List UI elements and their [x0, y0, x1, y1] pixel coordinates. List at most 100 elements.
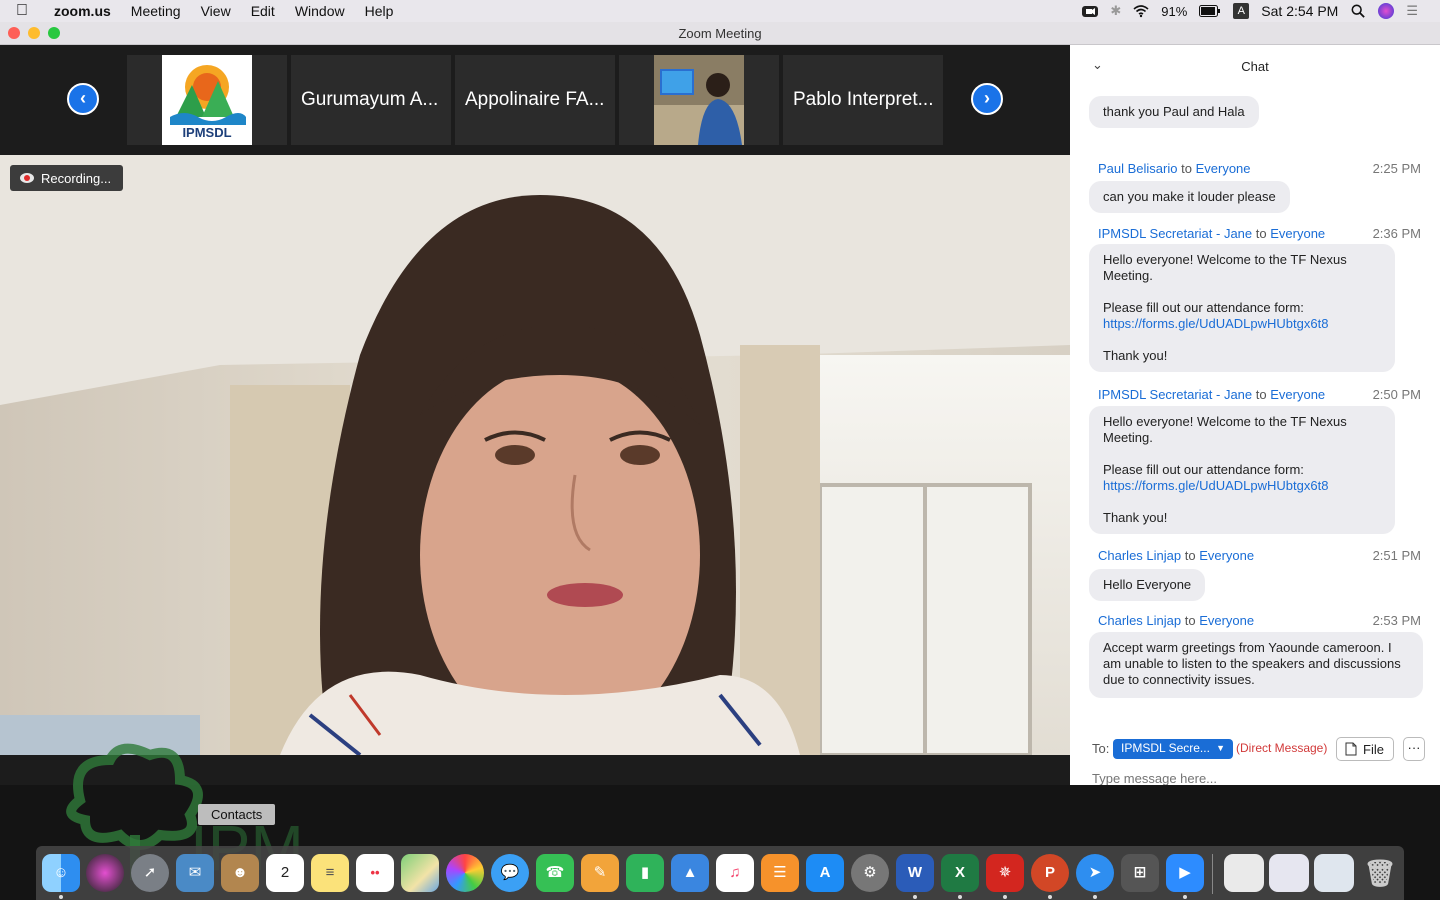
participant-tile[interactable]: IPMSDL [127, 55, 287, 145]
sender-name[interactable]: IPMSDL Secretariat - Jane [1098, 387, 1252, 402]
file-button[interactable]: File [1336, 737, 1394, 761]
recipient-dropdown[interactable]: IPMSDL Secre... ▼ [1113, 739, 1233, 759]
attendance-form-link[interactable]: https://forms.gle/UdUADLpwHUbtgx6t8 [1103, 316, 1381, 332]
notification-center-icon[interactable]: ☰ [1406, 3, 1418, 19]
window-titlebar: Zoom Meeting [0, 22, 1440, 45]
participant-name: Appolinaire FA... [465, 89, 605, 110]
recording-indicator[interactable]: Recording... [10, 165, 123, 191]
spotlight-search-icon[interactable] [1350, 4, 1366, 18]
pages-icon[interactable]: ✎ [581, 854, 619, 892]
facetime-icon[interactable]: ☎ [536, 854, 574, 892]
to-word: to [1184, 613, 1196, 628]
sender-name[interactable]: Charles Linjap [1098, 613, 1181, 628]
sender-name[interactable]: Charles Linjap [1098, 548, 1181, 563]
menu-window[interactable]: Window [285, 3, 355, 19]
more-options-button[interactable]: ··· [1403, 737, 1425, 761]
speaker-video-frame [0, 155, 1070, 755]
gallery-prev-button[interactable]: ‹ [67, 83, 99, 115]
ipmsdl-logo: IPMSDL [162, 55, 252, 145]
menu-help[interactable]: Help [355, 3, 404, 19]
notes-icon[interactable]: ≡ [311, 854, 349, 892]
participant-tile[interactable]: Pablo Interpret... [783, 55, 943, 145]
photos-icon[interactable] [446, 854, 484, 892]
siri-icon[interactable] [86, 854, 124, 892]
reminders-icon[interactable]: •• [356, 854, 394, 892]
recipient-name: Everyone [1199, 548, 1255, 563]
participant-tile[interactable]: Appolinaire FA... [455, 55, 615, 145]
message-header: Charles Linjap to Everyone 2:51 PM [1098, 548, 1421, 563]
macos-menubar:  zoom.us Meeting View Edit Window Help … [0, 0, 1440, 22]
menubar-clock[interactable]: Sat 2:54 PM [1261, 3, 1338, 19]
zoom-status-icon[interactable] [1082, 4, 1099, 18]
acrobat-icon[interactable]: ✵ [986, 854, 1024, 892]
running-indicator [958, 895, 962, 899]
recipient-name: Everyone [1270, 387, 1326, 402]
participant-tile[interactable] [619, 55, 779, 145]
chat-title: Chat [1241, 59, 1269, 74]
minimized-window-thumbnail[interactable] [1269, 854, 1309, 892]
numbers-icon[interactable]: ▮ [626, 854, 664, 892]
to-word: to [1255, 226, 1267, 241]
recipient-name: Everyone [1270, 226, 1326, 241]
menu-app-name[interactable]: zoom.us [44, 3, 121, 19]
message-time: 2:53 PM [1372, 613, 1421, 628]
trash-icon[interactable]: 🗑 [1361, 854, 1399, 892]
battery-icon[interactable] [1199, 4, 1221, 18]
contacts-tooltip: Contacts [198, 804, 276, 825]
file-icon [1345, 742, 1357, 756]
message-time: 2:36 PM [1372, 226, 1421, 241]
word-icon[interactable]: W [896, 854, 934, 892]
contacts-icon[interactable]: ☻ [221, 854, 259, 892]
menu-edit[interactable]: Edit [241, 3, 285, 19]
siri-icon[interactable] [1378, 3, 1395, 19]
menu-meeting[interactable]: Meeting [121, 3, 191, 19]
apple-menu-icon[interactable]:  [0, 2, 44, 20]
to-word: to [1181, 161, 1192, 176]
participant-name: Gurumayum A... [301, 89, 439, 110]
sender-name[interactable]: IPMSDL Secretariat - Jane [1098, 226, 1252, 241]
maps-icon[interactable] [401, 854, 439, 892]
bluetooth-icon[interactable]: ✱ [1110, 3, 1121, 19]
running-indicator [913, 895, 917, 899]
minimized-window-thumbnail[interactable] [1314, 854, 1354, 892]
logo-text: IPMSDL [182, 125, 231, 140]
to-word: to [1255, 387, 1267, 402]
participant-tile[interactable]: Gurumayum A... [291, 55, 451, 145]
wifi-icon[interactable] [1133, 4, 1149, 18]
to-label: To: [1092, 741, 1110, 756]
sender-name[interactable]: Paul Belisario [1098, 161, 1178, 176]
dock-separator [1212, 854, 1213, 894]
gallery-next-button[interactable]: › [971, 83, 1003, 115]
music-icon[interactable]: ♫ [716, 854, 754, 892]
app-store-icon[interactable]: A [806, 854, 844, 892]
message-header: IPMSDL Secretariat - Jane to Everyone 2:… [1098, 387, 1421, 402]
chat-message-bubble: Hello Everyone [1089, 569, 1206, 601]
powerpoint-icon[interactable]: P [1031, 854, 1069, 892]
macos-dock: ☺ ➚ ✉ ☻ 2 ≡ •• 💬 ☎ ✎ ▮ ▲ ♫ ☰ A ⚙ W X ✵ P… [36, 846, 1404, 900]
excel-icon[interactable]: X [941, 854, 979, 892]
menu-view[interactable]: View [191, 3, 241, 19]
safari-icon[interactable]: ➤ [1076, 854, 1114, 892]
active-speaker-video[interactable]: Recording... [0, 155, 1070, 755]
recipient-name: Everyone [1195, 161, 1251, 176]
minimized-window-thumbnail[interactable] [1224, 854, 1264, 892]
mail-stamp-icon[interactable]: ✉ [176, 854, 214, 892]
input-source-indicator[interactable]: A [1233, 3, 1250, 19]
recording-icon [20, 173, 34, 183]
message-text: Hello everyone! Welcome to the TF Nexus … [1103, 414, 1347, 445]
zoom-icon[interactable]: ▶ [1166, 854, 1204, 892]
chat-compose-area: To: IPMSDL Secre... ▼ (Direct Message) F… [1070, 729, 1440, 787]
messages-icon[interactable]: 💬 [491, 854, 529, 892]
calculator-icon[interactable]: ⊞ [1121, 854, 1159, 892]
chat-message-list[interactable]: thank you Paul and Hala Paul Belisario t… [1070, 89, 1440, 729]
attendance-form-link[interactable]: https://forms.gle/UdUADLpwHUbtgx6t8 [1103, 478, 1381, 494]
books-icon[interactable]: ☰ [761, 854, 799, 892]
to-word: to [1184, 548, 1196, 563]
launchpad-icon[interactable]: ➚ [131, 854, 169, 892]
message-time: 2:51 PM [1372, 548, 1421, 563]
keynote-icon[interactable]: ▲ [671, 854, 709, 892]
system-preferences-icon[interactable]: ⚙ [851, 854, 889, 892]
calendar-icon[interactable]: 2 [266, 854, 304, 892]
running-indicator [59, 895, 63, 899]
finder-icon[interactable]: ☺ [42, 854, 80, 892]
